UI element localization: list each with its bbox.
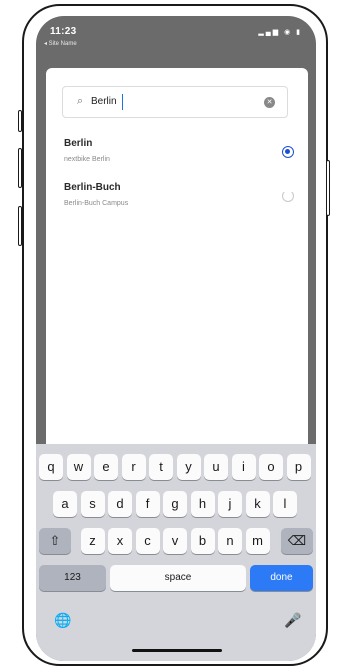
numbers-key[interactable]: 123 <box>39 565 106 591</box>
key-k[interactable]: k <box>245 491 270 517</box>
key-r[interactable]: r <box>121 454 146 480</box>
key-o[interactable]: o <box>259 454 283 480</box>
signal-wifi-battery-icon: ▂▄▆ ◉ ▮ <box>258 29 302 36</box>
key-d[interactable]: d <box>108 491 132 517</box>
status-bar: 11:23 ◂ Site Name ▂▄▆ ◉ ▮ <box>36 16 316 60</box>
key-m[interactable]: m <box>245 528 270 554</box>
keyboard: q w e r t y u i o p a s d f g h j k l ⇧ … <box>36 444 316 661</box>
key-u[interactable]: u <box>204 454 228 480</box>
key-p[interactable]: p <box>286 454 311 480</box>
globe-icon[interactable]: 🌐 <box>54 612 71 629</box>
key-j[interactable]: j <box>218 491 242 517</box>
result-item-berlin-buch[interactable]: Berlin-Buch Berlin-Buch Campus <box>64 182 294 216</box>
delete-key[interactable]: ⌫ <box>281 528 313 554</box>
key-s[interactable]: s <box>80 491 105 517</box>
done-key[interactable]: done <box>250 565 313 591</box>
home-indicator <box>132 649 222 652</box>
clear-search-icon[interactable]: ✕ <box>264 97 275 108</box>
location-search-sheet: ⌕ Berlin ✕ Berlin nextbike Berlin Berlin… <box>46 68 308 468</box>
key-z[interactable]: z <box>80 528 105 554</box>
key-y[interactable]: y <box>176 454 201 480</box>
key-f[interactable]: f <box>135 491 160 517</box>
key-a[interactable]: a <box>53 491 77 517</box>
search-icon: ⌕ <box>77 95 84 107</box>
key-e[interactable]: e <box>94 454 118 480</box>
result-subtitle: nextbike Berlin <box>64 156 110 163</box>
radio-selected-icon[interactable] <box>282 146 294 158</box>
radio-loading-icon[interactable] <box>282 190 294 202</box>
key-l[interactable]: l <box>273 491 297 517</box>
key-g[interactable]: g <box>163 491 187 517</box>
search-input-value: Berlin <box>91 96 117 107</box>
status-time: 11:23 <box>50 26 77 37</box>
screen: 11:23 ◂ Site Name ▂▄▆ ◉ ▮ ⌕ Berlin ✕ Ber… <box>36 16 316 661</box>
back-to-app-link[interactable]: ◂ Site Name <box>44 40 77 47</box>
volume-up-button <box>18 148 22 188</box>
key-v[interactable]: v <box>163 528 187 554</box>
result-title: Berlin <box>64 138 93 149</box>
power-button <box>326 160 330 216</box>
key-w[interactable]: w <box>66 454 91 480</box>
search-input[interactable]: ⌕ Berlin ✕ <box>62 86 288 118</box>
key-n[interactable]: n <box>218 528 242 554</box>
key-h[interactable]: h <box>190 491 215 517</box>
volume-down-button <box>18 206 22 246</box>
result-subtitle: Berlin-Buch Campus <box>64 200 129 207</box>
text-cursor <box>122 94 123 110</box>
result-title: Berlin-Buch <box>64 182 121 193</box>
key-t[interactable]: t <box>149 454 173 480</box>
key-c[interactable]: c <box>135 528 160 554</box>
key-x[interactable]: x <box>108 528 132 554</box>
space-key[interactable]: space <box>110 565 246 591</box>
key-i[interactable]: i <box>231 454 256 480</box>
key-b[interactable]: b <box>190 528 215 554</box>
silent-switch <box>18 110 22 132</box>
key-q[interactable]: q <box>39 454 63 480</box>
result-item-berlin[interactable]: Berlin nextbike Berlin <box>64 138 294 172</box>
microphone-icon[interactable]: 🎤 <box>284 612 301 629</box>
shift-key[interactable]: ⇧ <box>39 528 71 554</box>
